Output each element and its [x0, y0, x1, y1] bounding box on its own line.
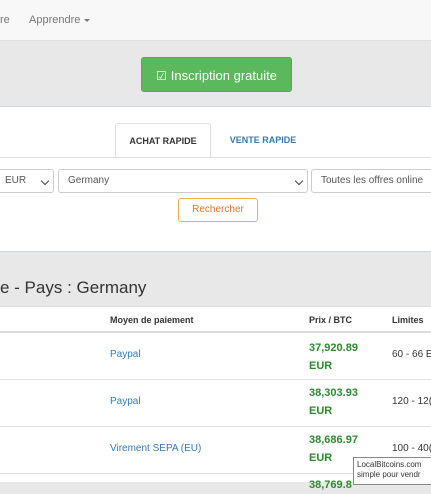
offers-table: Moyen de paiement Prix / BTC Limites Pay…	[0, 306, 431, 491]
caret-down-icon	[84, 18, 91, 22]
limits-cell: 60 - 66 E	[392, 349, 431, 360]
country-select[interactable]: Germany	[58, 169, 308, 193]
search-button[interactable]: Rechercher	[178, 198, 258, 222]
quick-trade-panel: ACHAT RAPIDE VENTE RAPIDE EUR Germany To…	[0, 106, 431, 252]
tab-quick-buy[interactable]: ACHAT RAPIDE	[115, 123, 211, 158]
price-currency: EUR	[309, 405, 333, 417]
tooltip-line-1: LocalBitcoins.com	[357, 460, 422, 469]
currency-select[interactable]: EUR	[0, 169, 54, 193]
limits-cell: 120 - 12(	[392, 396, 431, 407]
tooltip-line-2: simple pour vendr	[357, 470, 421, 479]
tab-quick-sell[interactable]: VENTE RAPIDE	[221, 123, 305, 158]
limits-cell: 100 - 40(	[392, 443, 431, 454]
price-amount: 38,303.93	[309, 387, 358, 399]
country-value: Germany	[68, 175, 110, 186]
table-row[interactable]: Paypal 38,303.93 EUR 120 - 12(	[0, 380, 431, 427]
price-cell: 38,686.97 EUR	[309, 431, 358, 467]
price-currency: EUR	[309, 452, 333, 464]
price-cell: 37,920.89 EUR	[309, 339, 358, 375]
signup-button[interactable]: ☑ Inscription gratuite	[141, 57, 292, 92]
nav-item-partial[interactable]: re	[0, 14, 10, 26]
hero-banner: ☑ Inscription gratuite	[0, 41, 431, 104]
price-currency: EUR	[309, 360, 333, 372]
header-payment: Moyen de paiement	[110, 315, 194, 325]
tab-divider	[0, 157, 431, 158]
nav-learn-label: Apprendre	[29, 14, 81, 26]
header-limits: Limites	[392, 315, 424, 325]
payment-method-link[interactable]: Virement SEPA (EU)	[110, 443, 201, 454]
price-amount: 38,769.8	[309, 479, 352, 491]
table-row[interactable]: Paypal 37,920.89 EUR 60 - 66 E	[0, 333, 431, 380]
price-cell: 38,303.93 EUR	[309, 384, 358, 420]
offers-value: Toutes les offres online	[321, 175, 424, 186]
price-amount: 38,686.97	[309, 434, 358, 446]
offers-select[interactable]: Toutes les offres online	[311, 169, 431, 193]
signup-label: Inscription gratuite	[170, 68, 277, 83]
top-navbar: re Apprendre	[0, 0, 431, 41]
chevron-down-icon	[40, 176, 50, 186]
header-price: Prix / BTC	[309, 315, 353, 325]
price-amount: 37,920.89	[309, 342, 358, 354]
price-cell: 38,769.8	[309, 476, 352, 494]
payment-method-link[interactable]: Paypal	[110, 349, 141, 360]
check-square-icon: ☑	[156, 69, 167, 83]
nav-learn-dropdown[interactable]: Apprendre	[29, 14, 91, 26]
chevron-down-icon	[294, 176, 304, 186]
payment-method-link[interactable]: Paypal	[110, 396, 141, 407]
page-title: e - Pays : Germany	[0, 278, 147, 297]
currency-value: EUR	[5, 175, 27, 186]
